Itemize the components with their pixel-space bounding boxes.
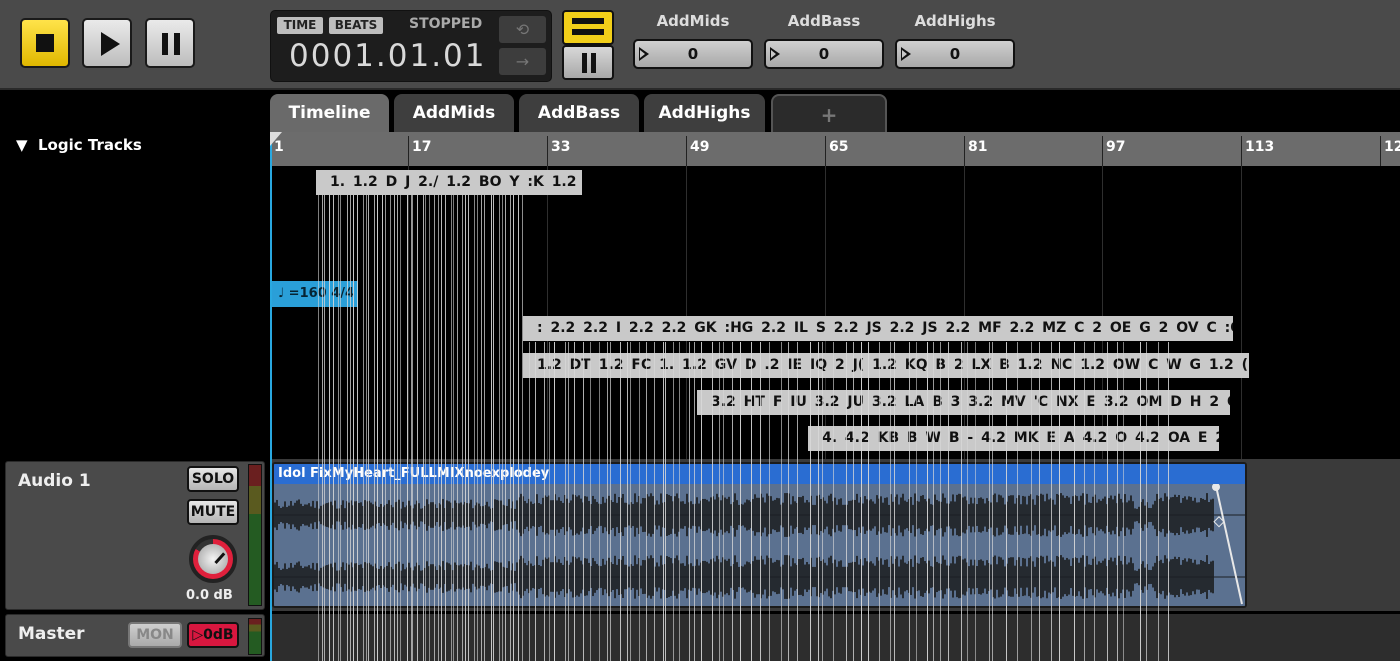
ruler-bar-label: 113	[1245, 139, 1275, 155]
stop-icon	[36, 34, 54, 52]
param-label-addbass: AddBass	[787, 12, 861, 30]
master-track-header: Master MON ▷0dB	[5, 614, 265, 657]
param-field-addhighs[interactable]: 0	[895, 39, 1015, 69]
audio-track-header: Audio 1 SOLO MUTE 0.0 dB	[5, 461, 265, 610]
level-meter	[248, 618, 262, 655]
param-value: 0	[687, 45, 699, 63]
note-icon: ♩	[278, 286, 285, 301]
time-mode-toggle[interactable]: TIME	[277, 17, 323, 34]
param-field-addmids[interactable]: 0	[633, 39, 753, 69]
clip-title: Idol FixMyHeart_FULLMIXnoexplodey	[274, 464, 1245, 484]
waveform	[274, 484, 1245, 606]
cue-label-row[interactable]: 3.2 HT F IU 3.2 JU 3.2 LA B 3 3.2 MV 'C …	[697, 390, 1230, 415]
ruler-bar-label: 65	[829, 139, 849, 155]
cue-label-row[interactable]: 1. 1.2 D J 2./ 1.2 BO Y :K 1.2 DQ	[316, 170, 582, 195]
tab-addmids[interactable]: AddMids	[394, 94, 514, 132]
arrow-right-icon: →	[515, 52, 530, 71]
list-view-button[interactable]	[562, 10, 614, 45]
hold-button[interactable]	[562, 45, 614, 80]
tab-timeline[interactable]: Timeline	[270, 94, 389, 132]
param-label-addmids: AddMids	[656, 12, 730, 30]
play-button[interactable]	[82, 18, 132, 68]
beats-mode-toggle[interactable]: BEATS	[329, 17, 383, 34]
pause-button[interactable]	[145, 18, 195, 68]
position-readout: 0001.01.01	[289, 38, 487, 74]
logic-track-area[interactable]	[270, 166, 1400, 461]
loop-icon: ⟲	[515, 20, 530, 39]
master-track-lane	[270, 614, 1400, 661]
logic-tracks-header[interactable]: ▼ Logic Tracks	[16, 136, 142, 154]
triangle-down-icon: ▼	[16, 136, 28, 154]
stop-button[interactable]	[20, 18, 70, 68]
param-field-addbass[interactable]: 0	[764, 39, 884, 69]
ruler-bar-label: 81	[968, 139, 988, 155]
logic-tracks-label: Logic Tracks	[38, 136, 142, 154]
audio-clip[interactable]: Idol FixMyHeart_FULLMIXnoexplodey	[272, 462, 1247, 608]
tab-addbass[interactable]: AddBass	[519, 94, 639, 132]
add-tab-button[interactable]: +	[771, 94, 887, 132]
list-icon	[572, 18, 604, 24]
ruler-bar-label: 33	[551, 139, 571, 155]
cue-label-row[interactable]: 4. 4.2 KB B W B - 4.2 MK E A 4.2 O 4.2 O…	[808, 426, 1219, 451]
playhead[interactable]	[270, 132, 272, 661]
play-icon	[101, 32, 120, 56]
position-display: TIME BEATS STOPPED 0001.01.01 ⟲ →	[270, 10, 552, 82]
gain-value: 0.0 dB	[186, 588, 233, 603]
master-level-button[interactable]: ▷0dB	[187, 622, 239, 648]
track-name: Master	[18, 624, 85, 644]
ruler-bar-label: 49	[690, 139, 710, 155]
transport-bar: TIME BEATS STOPPED 0001.01.01 ⟲ → AddMid…	[0, 0, 1400, 90]
param-value: 0	[949, 45, 961, 63]
level-meter	[248, 464, 262, 606]
cue-label-row[interactable]: 1.2 DT 1.2 FC 1. 1.2 GV D .2 IE IQ 2 J( …	[523, 353, 1249, 378]
param-value: 0	[818, 45, 830, 63]
follow-button[interactable]: →	[499, 48, 546, 75]
monitor-button[interactable]: MON	[128, 622, 182, 648]
playhead-flag-icon	[270, 132, 282, 146]
tab-addhighs[interactable]: AddHighs	[644, 94, 765, 132]
param-label-addhighs: AddHighs	[914, 12, 996, 30]
gain-knob[interactable]	[189, 535, 237, 583]
transport-state: STOPPED	[409, 16, 483, 32]
pause-icon	[162, 33, 168, 55]
cue-label-row[interactable]: : 2.2 2.2 I 2.2 2.2 GK :HG 2.2 IL S 2.2 …	[523, 316, 1233, 341]
solo-button[interactable]: SOLO	[187, 466, 239, 492]
ruler-bar-label: 97	[1106, 139, 1126, 155]
loop-button[interactable]: ⟲	[499, 16, 546, 43]
tempo-value: =160 4/4	[288, 286, 355, 301]
mute-button[interactable]: MUTE	[187, 499, 239, 525]
ruler-bar-label: 12	[1384, 139, 1400, 155]
timeline-ruler[interactable]: 1 17 33 49 65 81 97 113 12	[270, 132, 1400, 166]
tempo-marker[interactable]: ♩ =160 4/4	[272, 281, 358, 307]
track-name: Audio 1	[18, 471, 91, 491]
ruler-bar-label: 17	[412, 139, 432, 155]
pause-icon	[582, 53, 587, 73]
